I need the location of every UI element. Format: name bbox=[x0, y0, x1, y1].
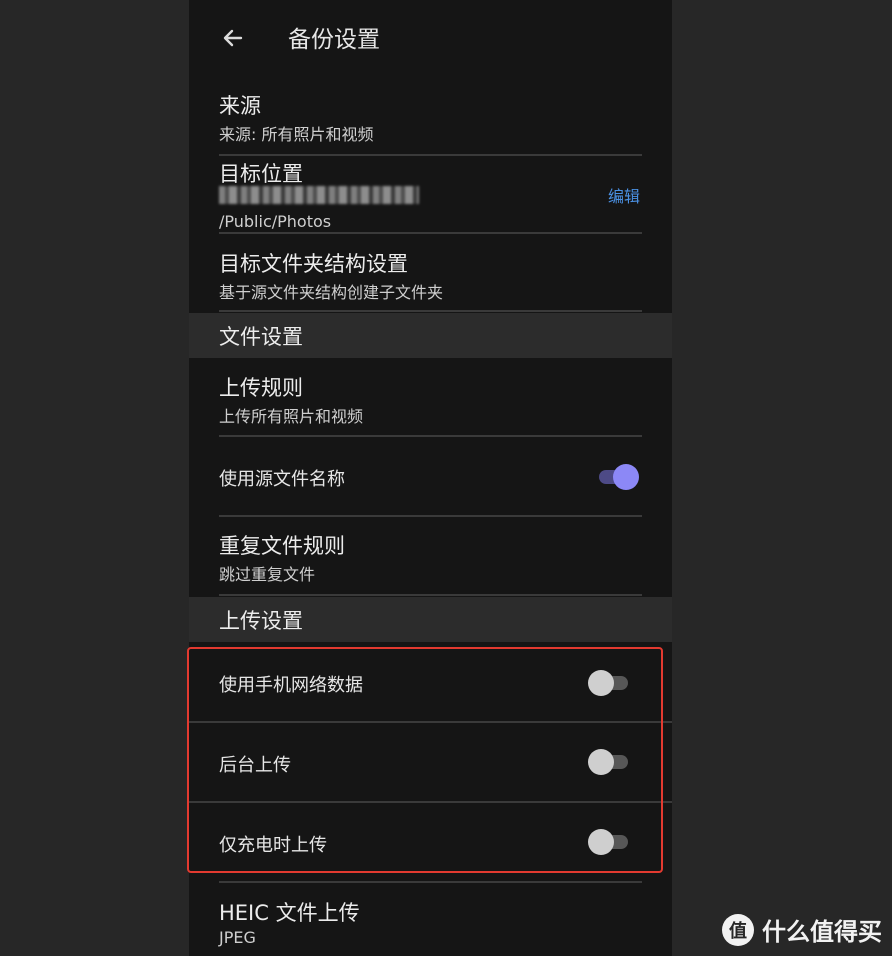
upload-rule-title: 上传规则 bbox=[219, 376, 303, 400]
charging-only-row: 仅充电时上传 bbox=[189, 802, 672, 882]
divider bbox=[219, 594, 642, 596]
back-arrow-icon[interactable] bbox=[219, 24, 247, 52]
folder-structure-row[interactable]: 目标文件夹结构设置 基于源文件夹结构创建子文件夹 bbox=[189, 234, 672, 312]
section-title: 上传设置 bbox=[219, 609, 303, 633]
watermark-text: 什么值得买 bbox=[762, 918, 882, 946]
phone-screen: 备份设置 来源 来源: 所有照片和视频 目标位置 /Public/Photos … bbox=[189, 0, 672, 956]
target-path: /Public/Photos bbox=[219, 212, 332, 231]
heic-upload-title: HEIC 文件上传 bbox=[219, 901, 360, 925]
divider bbox=[219, 310, 642, 312]
redacted-server-name bbox=[219, 186, 419, 204]
source-title: 来源 bbox=[219, 94, 261, 118]
folder-structure-title: 目标文件夹结构设置 bbox=[219, 252, 408, 276]
watermark-logo-icon: 值 bbox=[722, 913, 754, 946]
background-upload-toggle[interactable] bbox=[588, 749, 632, 775]
use-source-name-toggle[interactable] bbox=[595, 464, 639, 490]
heic-upload-row[interactable]: HEIC 文件上传 JPEG bbox=[189, 883, 672, 956]
edit-target-link[interactable]: 编辑 bbox=[608, 183, 640, 207]
background-upload-row: 后台上传 bbox=[189, 722, 672, 802]
use-source-name-row: 使用源文件名称 bbox=[189, 437, 672, 516]
use-source-name-label: 使用源文件名称 bbox=[219, 469, 345, 490]
target-title: 目标位置 bbox=[219, 162, 303, 186]
background-upload-label: 后台上传 bbox=[219, 755, 291, 776]
duplicate-rule-row[interactable]: 重复文件规则 跳过重复文件 bbox=[189, 517, 672, 595]
folder-structure-subtitle: 基于源文件夹结构创建子文件夹 bbox=[219, 283, 444, 302]
mobile-data-label: 使用手机网络数据 bbox=[219, 675, 363, 696]
upload-rule-subtitle: 上传所有照片和视频 bbox=[219, 407, 364, 426]
charging-only-toggle[interactable] bbox=[588, 829, 632, 855]
source-row[interactable]: 来源 来源: 所有照片和视频 bbox=[189, 78, 672, 156]
upload-rule-row[interactable]: 上传规则 上传所有照片和视频 bbox=[189, 358, 672, 436]
charging-only-label: 仅充电时上传 bbox=[219, 835, 327, 856]
upload-settings-section: 上传设置 bbox=[189, 597, 672, 642]
watermark: 值 什么值得买 bbox=[722, 912, 882, 947]
app-header: 备份设置 bbox=[189, 0, 672, 78]
heic-upload-subtitle: JPEG bbox=[219, 928, 256, 947]
duplicate-rule-subtitle: 跳过重复文件 bbox=[219, 565, 316, 584]
mobile-data-row: 使用手机网络数据 bbox=[189, 642, 672, 722]
file-settings-section: 文件设置 bbox=[189, 313, 672, 358]
page-title: 备份设置 bbox=[288, 27, 380, 53]
source-subtitle: 来源: 所有照片和视频 bbox=[219, 125, 374, 144]
duplicate-rule-title: 重复文件规则 bbox=[219, 534, 345, 558]
section-title: 文件设置 bbox=[219, 325, 303, 349]
mobile-data-toggle[interactable] bbox=[588, 670, 632, 696]
